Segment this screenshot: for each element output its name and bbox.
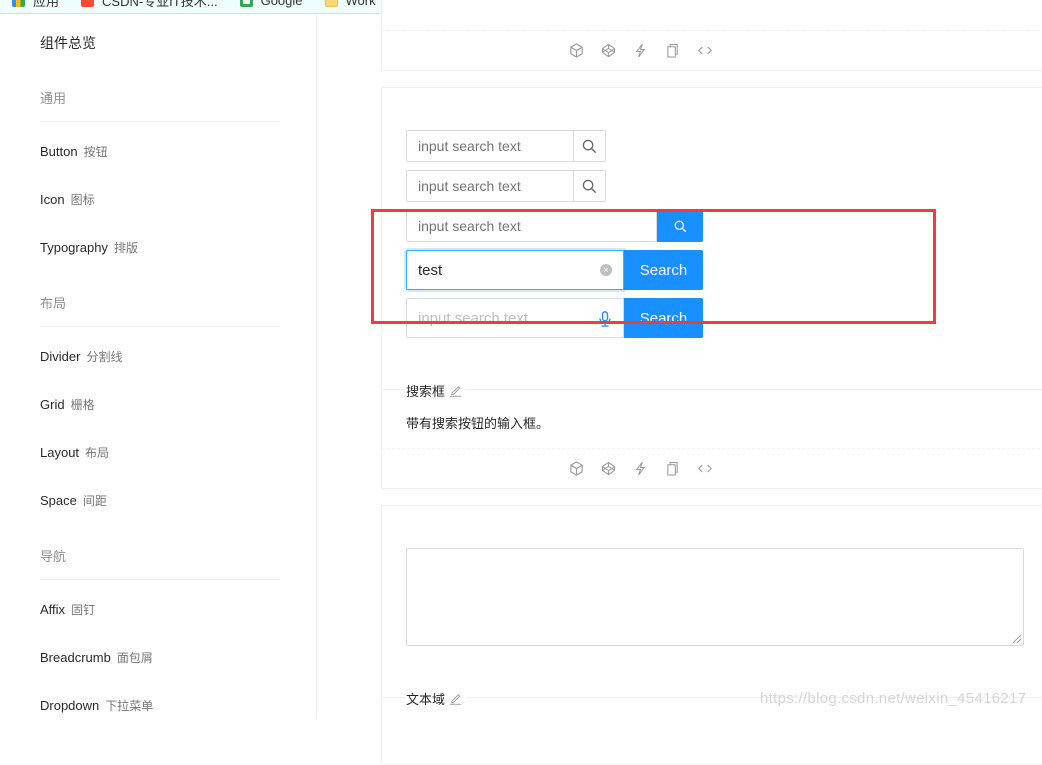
sidebar-group-layout: 布局: [40, 293, 280, 327]
sidebar-item-sublabel: 间距: [82, 494, 107, 508]
search-button[interactable]: [657, 210, 703, 242]
search-icon: [582, 179, 597, 193]
sidebar-item-divider[interactable]: Divider 分割线: [40, 348, 122, 365]
codepen-icon[interactable]: [601, 42, 617, 58]
sidebar-group-general: 通用: [40, 88, 280, 122]
sidebar-item-icon[interactable]: Icon 图标: [40, 191, 95, 208]
bookmark-item[interactable]: Google: [239, 0, 303, 8]
sidebar-item-label: Layout: [40, 445, 80, 460]
codesandbox-icon[interactable]: [569, 42, 585, 58]
codepen-icon[interactable]: [601, 460, 617, 476]
search-input-group: [406, 130, 606, 162]
expand-code-icon[interactable]: [697, 460, 713, 476]
bookmark-item[interactable]: Work: [324, 0, 376, 8]
bookmark-label: CSDN-专业IT技术...: [102, 0, 218, 9]
search-input-group: [406, 170, 606, 202]
audio-icon[interactable]: [599, 311, 611, 327]
search-input-value: test: [418, 261, 443, 279]
sidebar-item-sublabel: 分割线: [86, 350, 123, 364]
apps-icon: [12, 0, 25, 7]
search-input-group-audio: input search text Search: [406, 298, 703, 338]
riddle-icon[interactable]: [633, 42, 649, 58]
sidebar-item-sublabel: 面包屑: [116, 651, 153, 665]
sidebar-item-space[interactable]: Space 间距: [40, 492, 107, 509]
sidebar-item-sublabel: 图标: [70, 193, 95, 207]
search-input-placeholder: input search text: [418, 309, 529, 327]
bookmark-label: Google: [260, 0, 303, 8]
edit-icon[interactable]: [449, 692, 462, 705]
sidebar-item-label: Space: [40, 493, 77, 508]
folder-icon: [324, 0, 338, 7]
demo-title-text: 文本域: [406, 692, 446, 707]
codesandbox-icon[interactable]: [569, 460, 585, 476]
watermark: https://blog.csdn.net/weixin_45416217: [760, 690, 1027, 707]
sidebar-item-typography[interactable]: Typography 排版: [40, 239, 138, 256]
sidebar-item-sublabel: 按钮: [83, 145, 108, 159]
demo-title: 文本域: [406, 689, 467, 708]
search-input[interactable]: [406, 130, 574, 162]
sidebar-item-sublabel: 固钉: [71, 603, 96, 617]
sidebar-item-label: Dropdown: [40, 698, 100, 713]
sidebar-item-label: Button: [40, 144, 78, 159]
search-button[interactable]: Search: [624, 298, 703, 338]
sidebar-item-overview[interactable]: 组件总览: [40, 33, 96, 53]
sidebar-item-sublabel: 下拉菜单: [105, 699, 154, 713]
search-input[interactable]: [406, 210, 657, 242]
google-icon: [239, 0, 253, 7]
sidebar-item-layout[interactable]: Layout 布局: [40, 444, 109, 461]
sidebar-group-navigation: 导航: [40, 546, 280, 580]
demo-title-divider: [381, 389, 1042, 390]
search-button-label: Search: [639, 261, 688, 279]
sidebar-item-dropdown[interactable]: Dropdown 下拉菜单: [40, 697, 153, 714]
sidebar-item-sublabel: 栅格: [70, 398, 95, 412]
search-input-group-clearable: test × Search: [406, 250, 703, 290]
sidebar-item-label: Breadcrumb: [40, 650, 111, 665]
demo-actions: [242, 460, 1039, 476]
clear-icon[interactable]: ×: [600, 264, 612, 276]
demo-title: 搜索框: [406, 381, 467, 400]
sidebar-item-label: Grid: [40, 397, 65, 412]
search-input[interactable]: [406, 170, 574, 202]
resize-handle[interactable]: [1013, 635, 1021, 643]
sidebar-item-sublabel: 布局: [85, 446, 110, 460]
search-button-label: Search: [639, 309, 688, 327]
sidebar-item-label: Affix: [40, 602, 66, 617]
sidebar-item-label: Typography: [40, 240, 108, 255]
demo-actions: [242, 42, 1039, 58]
sidebar-item-affix[interactable]: Affix 固钉: [40, 601, 95, 618]
sidebar-item-label: Icon: [40, 192, 65, 207]
search-button[interactable]: [574, 130, 606, 162]
demo-title-text: 搜索框: [406, 384, 446, 399]
search-button[interactable]: [574, 170, 606, 202]
sidebar-item-sublabel: 排版: [113, 241, 138, 255]
sidebar-item-grid[interactable]: Grid 栅格: [40, 396, 95, 413]
copy-icon[interactable]: [665, 460, 681, 476]
riddle-icon[interactable]: [633, 460, 649, 476]
bookmark-label: 应用: [33, 0, 60, 9]
bookmark-label: Work: [345, 0, 376, 8]
sidebar-item-breadcrumb[interactable]: Breadcrumb 面包屑: [40, 649, 153, 666]
bookmark-item[interactable]: CSDN-专业IT技术...: [81, 0, 218, 10]
search-icon: [582, 139, 597, 153]
search-input-focused[interactable]: test ×: [406, 250, 624, 290]
textarea-input[interactable]: [406, 548, 1024, 646]
demo-card-previous: [381, 0, 1042, 71]
expand-code-icon[interactable]: [697, 42, 713, 58]
bookmark-item[interactable]: 应用: [12, 0, 59, 10]
demo-description: 带有搜索按钮的输入框。: [406, 416, 550, 431]
sidebar-item-label: Divider: [40, 349, 81, 364]
search-input[interactable]: input search text: [406, 298, 624, 338]
sidebar-menu: 组件总览 通用 Button 按钮 Icon 图标 Typography 排版 布局 …: [0, 15, 317, 718]
edit-icon[interactable]: [449, 384, 462, 397]
sidebar-item-button[interactable]: Button 按钮: [40, 143, 108, 160]
search-icon: [674, 220, 686, 232]
search-button[interactable]: Search: [624, 250, 703, 290]
csdn-icon: [81, 0, 95, 7]
copy-icon[interactable]: [665, 42, 681, 58]
search-input-group-primary: [406, 210, 703, 242]
